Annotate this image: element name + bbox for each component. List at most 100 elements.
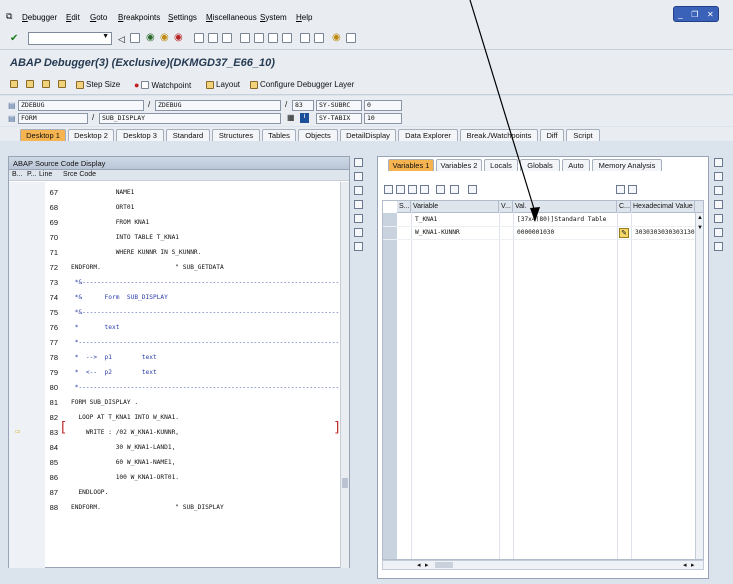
variables-hscrollbar[interactable]: ◂ ▸ ◂ ▸: [382, 560, 704, 570]
sap-menu-icon[interactable]: ⧉: [6, 11, 12, 22]
shortcut-icon[interactable]: [314, 33, 324, 43]
save-variables-icon[interactable]: [616, 185, 625, 194]
find-next-icon[interactable]: [222, 33, 232, 43]
menu-settings[interactable]: Settings: [168, 13, 197, 22]
tab-objects[interactable]: Objects: [298, 129, 338, 141]
close-icon[interactable]: ✕: [707, 10, 714, 19]
column-settings-icon[interactable]: [695, 201, 703, 213]
swap-icon[interactable]: [714, 214, 723, 223]
execute-icon[interactable]: [26, 80, 34, 88]
scroll-up-icon[interactable]: ▲: [697, 215, 703, 221]
maximize-icon[interactable]: [354, 200, 363, 209]
var-row-1-hex[interactable]: [633, 214, 695, 226]
var-row-1-value[interactable]: [37x4(80)]Standard Table: [515, 214, 617, 226]
col-line[interactable]: Line: [39, 170, 52, 180]
tab-standard[interactable]: Standard: [166, 129, 210, 141]
services-icon[interactable]: [354, 228, 363, 237]
scroll-thumb[interactable]: [342, 478, 348, 488]
find-icon[interactable]: [468, 185, 477, 194]
menu-breakpoints[interactable]: Breakpoints: [118, 13, 160, 22]
copy-icon[interactable]: [408, 185, 417, 194]
layout-button[interactable]: Layout: [206, 80, 240, 89]
col-hex[interactable]: Hexadecimal Value: [631, 201, 695, 213]
source-line[interactable]: 75 *&-----------------------------------…: [9, 305, 341, 320]
restore-icon[interactable]: ❐: [691, 10, 698, 19]
last-page-icon[interactable]: [282, 33, 292, 43]
services-icon[interactable]: [714, 228, 723, 237]
scroll-left-icon[interactable]: ◂: [683, 561, 687, 569]
pencil-icon[interactable]: ✎: [619, 228, 629, 238]
line-field[interactable]: 83: [292, 100, 314, 111]
source-line[interactable]: 88 ENDFORM. " SUB_DISPLAY: [9, 500, 341, 515]
source-line[interactable]: 69 FROM KNA1: [9, 215, 341, 230]
layout-menu-icon[interactable]: [346, 33, 356, 43]
tab-memory-analysis[interactable]: Memory Analysis: [592, 159, 662, 171]
col-source[interactable]: Srce Code: [63, 170, 96, 180]
new-tool-icon[interactable]: [714, 172, 723, 181]
settings-icon[interactable]: [436, 185, 445, 194]
menu-system[interactable]: System: [260, 13, 287, 22]
menu-help[interactable]: Help: [296, 13, 312, 22]
source-line[interactable]: 79 * <-- p2 text: [9, 365, 341, 380]
include-field[interactable]: ZDEBUG: [155, 100, 281, 111]
enter-check-icon[interactable]: ✔: [10, 33, 18, 44]
first-page-icon[interactable]: [240, 33, 250, 43]
hscroll-thumb[interactable]: [435, 562, 453, 568]
table-icon[interactable]: ▦: [287, 113, 295, 122]
col-s[interactable]: S...: [397, 201, 411, 213]
source-line[interactable]: 73 *&-----------------------------------…: [9, 275, 341, 290]
next-page-icon[interactable]: [268, 33, 278, 43]
exit-icon[interactable]: ◉: [160, 32, 169, 43]
source-line[interactable]: 68 ORT01: [9, 200, 341, 215]
tab-locals[interactable]: Locals: [484, 159, 518, 171]
source-line[interactable]: 67 NAME1: [9, 185, 341, 200]
tool-settings-icon[interactable]: [354, 242, 363, 251]
continue-icon[interactable]: [58, 80, 66, 88]
source-line[interactable]: 83 WRITE : /02 W_KNA1-KUNNR, ⇨[]: [9, 421, 341, 440]
source-line[interactable]: 76 * text: [9, 320, 341, 335]
swap-icon[interactable]: [354, 214, 363, 223]
source-line[interactable]: 85 60 W_KNA1-NAME1,: [9, 455, 341, 470]
dropdown-arrow-icon[interactable]: ▼: [102, 33, 109, 40]
tool-settings-icon[interactable]: [714, 242, 723, 251]
menu-edit[interactable]: Edit: [66, 13, 80, 22]
variables-scrollbar[interactable]: ▲ ▼: [695, 213, 703, 559]
var-row-2-value[interactable]: 0000001030: [515, 227, 617, 239]
col-variable[interactable]: Variable: [411, 201, 499, 213]
print-icon[interactable]: [194, 33, 204, 43]
previous-page-icon[interactable]: [254, 33, 264, 43]
edit-value-icon[interactable]: [628, 185, 637, 194]
minimize-icon[interactable]: _: [678, 10, 682, 19]
command-field[interactable]: ▼: [28, 32, 112, 45]
source-line[interactable]: 80 *------------------------------------…: [9, 380, 341, 395]
watchpoint-button[interactable]: ● Watchpoint: [134, 80, 191, 90]
menu-goto[interactable]: Goto: [90, 13, 107, 22]
tab-auto[interactable]: Auto: [562, 159, 590, 171]
var-row-2-hex[interactable]: 30303030303031303: [633, 227, 695, 239]
sysval-field[interactable]: 0: [364, 100, 402, 111]
close-icon[interactable]: [714, 158, 723, 167]
col-c[interactable]: C...: [617, 201, 631, 213]
tree-icon[interactable]: [450, 185, 459, 194]
delete-icon[interactable]: [384, 185, 393, 194]
source-line[interactable]: 84 30 W_KNA1-LAND1,: [9, 440, 341, 455]
insert-icon[interactable]: [396, 185, 405, 194]
col-val[interactable]: Val.: [513, 201, 617, 213]
variables-grid[interactable]: S... Variable V... Val. C... Hexadecimal…: [382, 200, 704, 560]
save-icon[interactable]: ◁: [118, 34, 125, 45]
tab-script[interactable]: Script: [566, 129, 600, 141]
info-icon[interactable]: i: [300, 113, 309, 123]
tab-break-watchpoints[interactable]: Break./Watchpoints: [460, 129, 538, 141]
source-scrollbar[interactable]: [340, 182, 349, 568]
col-v[interactable]: V...: [499, 201, 513, 213]
find-icon[interactable]: [208, 33, 218, 43]
tab-tables[interactable]: Tables: [262, 129, 296, 141]
source-line[interactable]: 77 *------------------------------------…: [9, 335, 341, 350]
tab-desktop-1[interactable]: Desktop 1: [20, 129, 66, 141]
event-type-field[interactable]: FORM: [18, 113, 88, 124]
tab-diff[interactable]: Diff: [540, 129, 564, 141]
single-step-icon[interactable]: [10, 80, 18, 88]
source-line[interactable]: 86 100 W_KNA1-ORT01.: [9, 470, 341, 485]
replace-tool-icon[interactable]: [354, 186, 363, 195]
window-controls[interactable]: _ ❐ ✕: [673, 6, 719, 22]
